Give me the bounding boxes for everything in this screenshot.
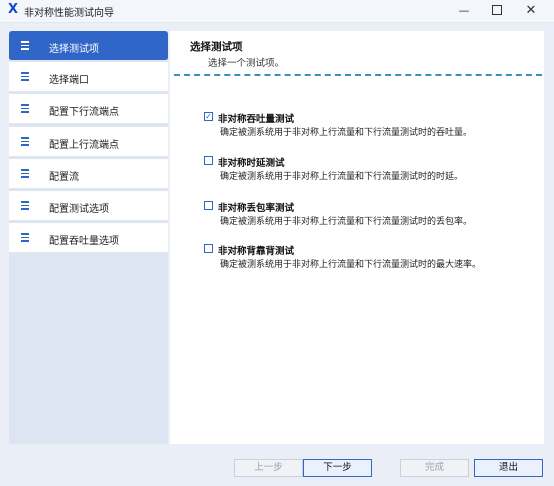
sidebar-item-label: 配置下行流端点: [49, 107, 119, 118]
maximize-button[interactable]: [480, 0, 514, 22]
list-icon: [21, 169, 29, 178]
sidebar-item-upstream-endpoints[interactable]: 配置上行流端点: [9, 127, 168, 157]
option-title: 非对称背靠背测试: [218, 246, 295, 257]
back-to-back-checkbox[interactable]: [204, 244, 213, 253]
option-description: 确定被测系统用于非对称上行流量和下行流量测试时的最大速率。: [220, 260, 482, 270]
wizard-steps-sidebar: 选择测试项 选择端口 配置下行流端点 配置上行流端点 配置流 配置测试选项 配置…: [9, 31, 168, 444]
main-panel: 选择测试项 选择一个测试项。 ✓ 非对称吞吐量测试 确定被测系统用于非对称上行流…: [170, 31, 544, 444]
sidebar-item-test-options[interactable]: 配置测试选项: [9, 191, 168, 221]
exit-button[interactable]: 退出: [474, 459, 543, 477]
sidebar-item-downstream-endpoints[interactable]: 配置下行流端点: [9, 94, 168, 124]
next-button[interactable]: 下一步: [303, 459, 372, 477]
sidebar-item-select-port[interactable]: 选择端口: [9, 62, 168, 92]
sidebar-item-select-test[interactable]: 选择测试项: [9, 31, 168, 61]
page-title: 选择测试项: [190, 41, 243, 53]
sidebar-item-throughput-options[interactable]: 配置吞吐量选项: [9, 223, 168, 253]
option-title: 非对称时延测试: [218, 158, 285, 169]
finish-button[interactable]: 完成: [400, 459, 469, 477]
list-icon: [21, 41, 29, 50]
close-button[interactable]: ✕: [514, 0, 548, 22]
divider: [174, 74, 542, 76]
sidebar-item-label: 选择测试项: [49, 44, 99, 55]
option-title: 非对称丢包率测试: [218, 203, 295, 214]
sidebar-item-label: 配置上行流端点: [49, 140, 119, 151]
sidebar-item-label: 配置测试选项: [49, 204, 109, 215]
list-icon: [21, 104, 29, 113]
sidebar-item-config-streams[interactable]: 配置流: [9, 159, 168, 189]
list-icon: [21, 137, 29, 146]
option-description: 确定被测系统用于非对称上行流量和下行流量测试时的吞吐量。: [220, 128, 473, 138]
list-icon: [21, 72, 29, 81]
list-icon: [21, 233, 29, 242]
sidebar-item-label: 配置流: [49, 172, 79, 183]
list-icon: [21, 201, 29, 210]
app-logo-icon: X: [7, 2, 19, 17]
page-subtitle: 选择一个测试项。: [208, 58, 285, 69]
title-bar: X 非对称性能测试向导 — ✕: [0, 0, 554, 23]
sidebar-item-label: 配置吞吐量选项: [49, 236, 119, 247]
window-title: 非对称性能测试向导: [24, 8, 114, 19]
option-description: 确定被测系统用于非对称上行流量和下行流量测试时的丢包率。: [220, 217, 473, 227]
minimize-button[interactable]: —: [447, 0, 481, 22]
throughput-checkbox[interactable]: ✓: [204, 112, 213, 121]
latency-checkbox[interactable]: [204, 156, 213, 165]
option-description: 确定被测系统用于非对称上行流量和下行流量测试时的时延。: [220, 172, 464, 182]
packet-loss-checkbox[interactable]: [204, 201, 213, 210]
sidebar-item-label: 选择端口: [49, 75, 89, 86]
prev-button[interactable]: 上一步: [234, 459, 303, 477]
maximize-icon: [492, 5, 502, 15]
option-title: 非对称吞吐量测试: [218, 114, 295, 125]
